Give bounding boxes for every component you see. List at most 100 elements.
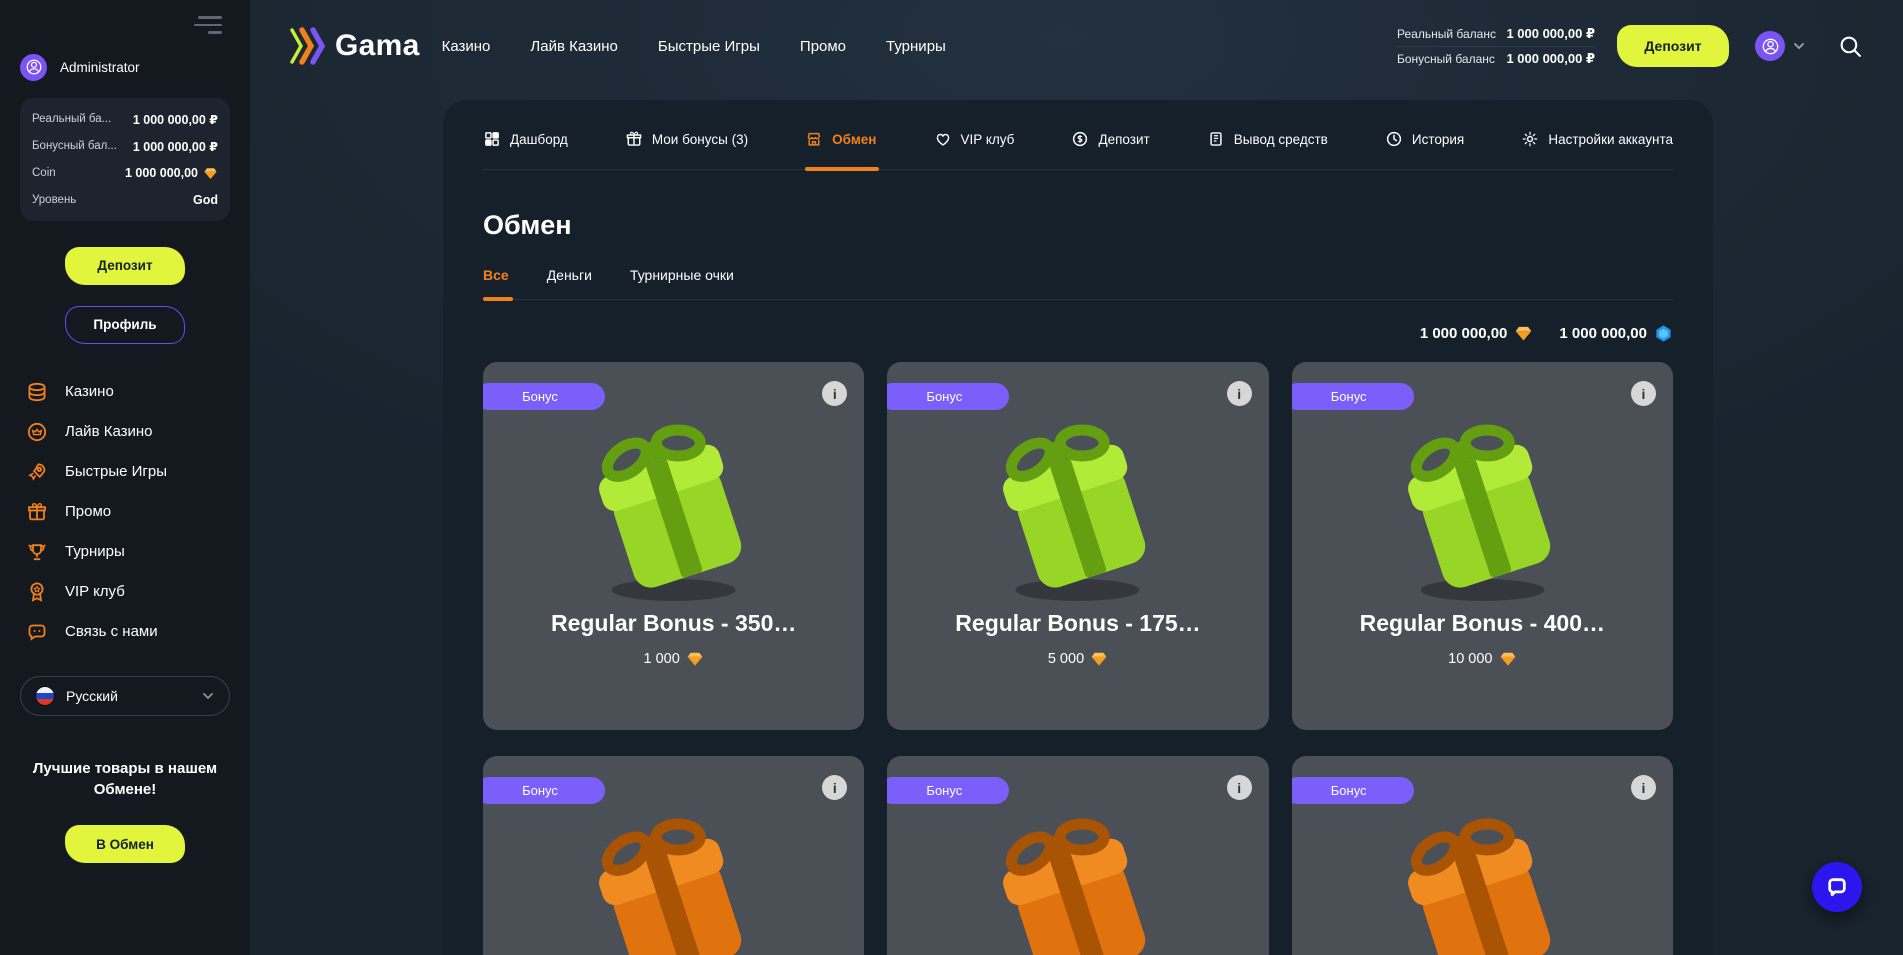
account-menu[interactable]: [1755, 31, 1806, 61]
fast-games-icon: [26, 461, 48, 483]
sidebar-item-label: Связь с нами: [65, 623, 158, 640]
gem-orange-icon: [1514, 324, 1533, 343]
dashboard-icon: [483, 130, 501, 148]
sidebar-profile-button[interactable]: Профиль: [65, 306, 185, 344]
brand-logo[interactable]: Gama: [288, 27, 420, 65]
nav-fast-games[interactable]: Быстрые Игры: [658, 38, 760, 55]
nav-tournaments[interactable]: Турниры: [886, 38, 946, 55]
account-avatar-icon: [1755, 31, 1785, 61]
real-balance-value: 1 000 000,00 ₽: [1506, 26, 1595, 42]
top-nav: Казино Лайв Казино Быстрые Игры Промо Ту…: [442, 38, 946, 55]
coin-balance: 1 000 000,00: [1420, 324, 1534, 343]
contact-icon: [26, 621, 48, 643]
filter-money[interactable]: Деньги: [547, 267, 592, 299]
language-selector[interactable]: Русский: [20, 676, 230, 716]
to-exchange-button[interactable]: В Обмен: [65, 825, 185, 863]
deposit-icon: [1071, 130, 1089, 148]
bonus-card[interactable]: Бонус i Regular Bonus - 400… 10 000: [1292, 362, 1673, 730]
bonus-badge: Бонус: [1292, 777, 1414, 804]
info-icon[interactable]: i: [1631, 381, 1656, 406]
sidebar-item-label: Турниры: [65, 543, 125, 560]
sidebar-promo-heading: Лучшие товары в нашем Обмене!: [20, 758, 230, 802]
bonus-card[interactable]: Бонус i: [1292, 756, 1673, 955]
gift-image: [887, 800, 1268, 955]
chat-widget-button[interactable]: [1812, 862, 1862, 912]
vip-club-icon: [934, 130, 952, 148]
tab-exchange[interactable]: Обмен: [805, 130, 876, 169]
level-value: God: [193, 193, 218, 207]
bonus-card[interactable]: Бонус i Regular Bonus - 175… 5 000: [887, 362, 1268, 730]
filter-tournament-points[interactable]: Турнирные очки: [630, 267, 734, 299]
gem-blue-icon: [1654, 324, 1673, 343]
gem-orange-icon: [203, 166, 218, 181]
brand-name: Gama: [335, 29, 420, 63]
live-casino-icon: [26, 421, 48, 443]
promo-icon: [26, 501, 48, 523]
coin-balance-value: 1 000 000,00: [125, 166, 218, 181]
sidebar-nav: Казино Лайв Казино Быстрые Игры Промо Ту…: [20, 372, 230, 652]
sidebar-item-vip-club[interactable]: VIP клуб: [20, 572, 230, 612]
bonus-title: Regular Bonus - 350…: [483, 610, 864, 637]
menu-toggle-icon[interactable]: [194, 16, 222, 34]
bonus-price: 1 000: [483, 650, 864, 668]
sidebar-item-casino[interactable]: Казино: [20, 372, 230, 412]
sidebar-item-tournaments[interactable]: Турниры: [20, 532, 230, 572]
level-label: Уровень: [32, 194, 76, 206]
topbar: Gama Казино Лайв Казино Быстрые Игры Про…: [250, 0, 1903, 92]
search-button[interactable]: [1838, 34, 1863, 59]
gift-image: [1292, 406, 1673, 606]
nav-casino[interactable]: Казино: [442, 38, 491, 55]
tab-history[interactable]: История: [1385, 130, 1464, 169]
tab-deposit[interactable]: Депозит: [1071, 130, 1149, 169]
bonus-badge: Бонус: [1292, 383, 1414, 410]
sidebar-item-promo[interactable]: Промо: [20, 492, 230, 532]
tab-account-settings[interactable]: Настройки аккаунта: [1521, 130, 1673, 169]
tab-vip-club[interactable]: VIP клуб: [934, 130, 1015, 169]
tab-dashboard[interactable]: Дашборд: [483, 130, 568, 169]
info-icon[interactable]: i: [1631, 775, 1656, 800]
bonus-balance-value: 1 000 000,00 ₽: [1506, 51, 1595, 67]
app-root: Administrator Реальный ба... 1 000 000,0…: [0, 0, 1903, 955]
gift-image: [483, 406, 864, 606]
russian-flag-icon: [35, 686, 55, 706]
sidebar-item-label: Казино: [65, 383, 114, 400]
info-icon[interactable]: i: [822, 775, 847, 800]
bonus-badge: Бонус: [887, 383, 1009, 410]
nav-promo[interactable]: Промо: [800, 38, 846, 55]
bonus-balance-line: Бонусный баланс 1 000 000,00 ₽: [1397, 47, 1595, 71]
user-name: Administrator: [60, 60, 140, 75]
balance-summary-card: Реальный ба... 1 000 000,00 ₽ Бонусный б…: [20, 98, 230, 221]
nav-live-casino[interactable]: Лайв Казино: [530, 38, 618, 55]
gem-orange-icon: [1499, 650, 1517, 668]
tab-my-bonuses[interactable]: Мои бонусы (3): [625, 130, 748, 169]
info-icon[interactable]: i: [1227, 775, 1252, 800]
filter-all[interactable]: Все: [483, 267, 509, 299]
real-balance-row: Реальный ба... 1 000 000,00 ₽: [32, 112, 218, 127]
sidebar-deposit-button[interactable]: Депозит: [65, 247, 185, 285]
info-icon[interactable]: i: [822, 381, 847, 406]
bonus-balance-value: 1 000 000,00 ₽: [133, 139, 218, 154]
tab-withdraw[interactable]: Вывод средств: [1207, 130, 1328, 169]
sidebar-item-contact[interactable]: Связь с нами: [20, 612, 230, 652]
info-icon[interactable]: i: [1227, 381, 1252, 406]
vip-icon: [26, 581, 48, 603]
sidebar-user[interactable]: Administrator: [20, 54, 230, 81]
bonus-badge: Бонус: [483, 383, 605, 410]
bonus-card[interactable]: Бонус i Regular Bonus - 350… 1 000: [483, 362, 864, 730]
exchange-filters: Все Деньги Турнирные очки: [483, 267, 1673, 300]
exchange-balances: 1 000 000,00 1 000 000,00: [483, 324, 1673, 343]
point-balance: 1 000 000,00: [1559, 324, 1673, 343]
bonus-card[interactable]: Бонус i: [887, 756, 1268, 955]
withdraw-icon: [1207, 130, 1225, 148]
bonus-card[interactable]: Бонус i: [483, 756, 864, 955]
user-avatar-icon: [20, 54, 47, 81]
exchange-icon: [805, 130, 823, 148]
header-deposit-button[interactable]: Депозит: [1617, 25, 1729, 67]
settings-icon: [1521, 130, 1539, 148]
sidebar-item-label: Быстрые Игры: [65, 463, 167, 480]
chevron-down-icon: [1792, 39, 1806, 53]
sidebar-item-live-casino[interactable]: Лайв Казино: [20, 412, 230, 452]
sidebar-item-fast-games[interactable]: Быстрые Игры: [20, 452, 230, 492]
coin-balance-row: Coin 1 000 000,00: [32, 166, 218, 181]
bonus-balance-label: Бонусный баланс: [1397, 52, 1495, 66]
